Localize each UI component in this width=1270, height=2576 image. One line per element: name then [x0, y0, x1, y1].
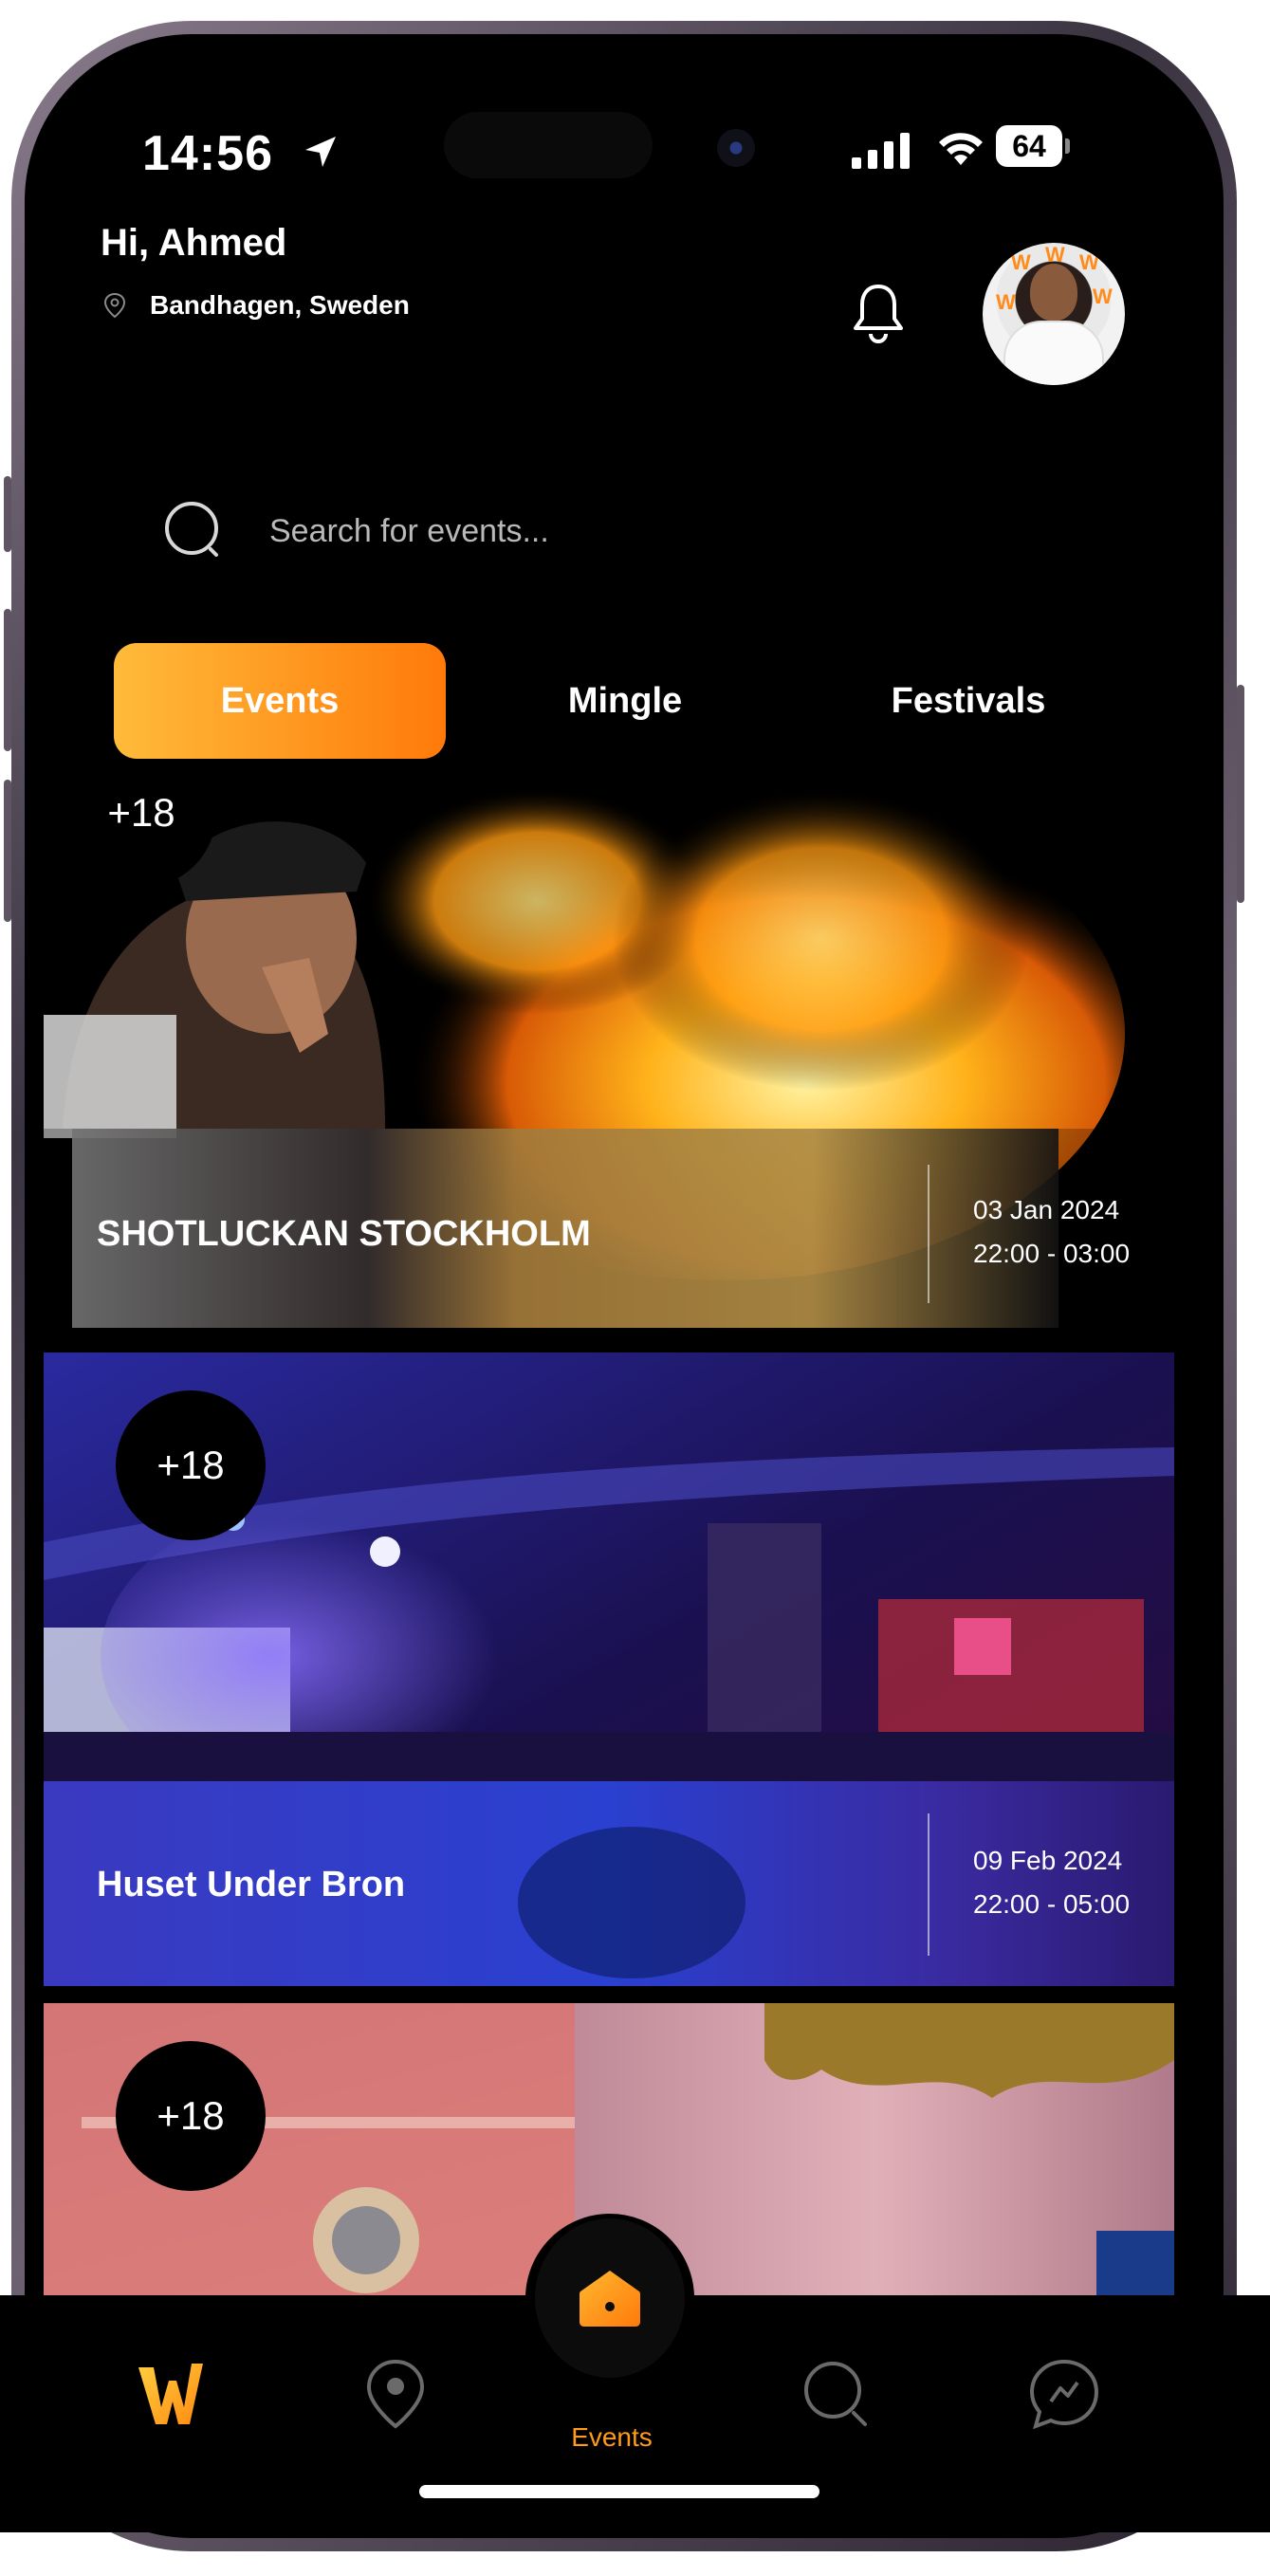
map-pin-icon[interactable] — [362, 2358, 429, 2430]
location-arrow-icon — [305, 137, 336, 167]
user-avatar[interactable]: W W W W W — [983, 243, 1125, 385]
power-button — [1237, 685, 1244, 903]
search-bar[interactable]: Search for events... — [123, 474, 1167, 588]
search-icon — [165, 502, 218, 557]
avatar-decoration: W — [1045, 243, 1065, 267]
event-title: SHOTLUCKAN STOCKHOLM — [97, 1214, 591, 1254]
event-date: 09 Feb 2024 — [973, 1846, 1123, 1875]
tab-mingle[interactable]: Mingle — [459, 643, 791, 759]
age-limit-badge: +18 — [66, 738, 216, 888]
avatar-body — [1003, 321, 1104, 385]
location-row[interactable]: Bandhagen, Sweden — [101, 290, 410, 321]
volume-up-button — [4, 609, 11, 751]
status-bar: 14:56 64 — [0, 0, 1270, 181]
avatar-decoration: W — [1093, 285, 1113, 308]
search-icon[interactable] — [801, 2358, 873, 2430]
avatar-decoration: W — [996, 290, 1016, 314]
chat-icon[interactable] — [1028, 2358, 1100, 2430]
event-title: Huset Under Bron — [97, 1865, 406, 1904]
event-card[interactable]: SHOTLUCKAN STOCKHOLM 03 Jan 2024 22:00 -… — [44, 749, 1174, 1328]
logo-w-icon[interactable] — [135, 2358, 207, 2430]
wifi-icon — [939, 133, 983, 165]
battery-indicator: 64 — [996, 125, 1070, 167]
greeting-text: Hi, Ahmed — [101, 222, 287, 264]
front-camera — [717, 129, 755, 167]
nav-label-events: Events — [571, 2422, 653, 2452]
home-indicator — [419, 2485, 819, 2498]
tab-festivals[interactable]: Festivals — [802, 643, 1134, 759]
event-divider — [928, 1165, 929, 1303]
location-text: Bandhagen, Sweden — [150, 290, 410, 320]
action-button — [4, 476, 11, 552]
bell-icon[interactable] — [850, 281, 907, 345]
tab-events[interactable]: Events — [114, 643, 446, 759]
event-date: 03 Jan 2024 — [973, 1195, 1120, 1224]
age-limit-badge: +18 — [116, 2041, 266, 2191]
volume-down-button — [4, 780, 11, 922]
event-hours: 22:00 - 05:00 — [973, 1889, 1131, 1919]
home-icon — [580, 2271, 640, 2327]
dynamic-island — [444, 112, 653, 178]
age-limit-badge: +18 — [116, 1390, 266, 1540]
location-pin-icon — [103, 292, 126, 319]
event-hours: 22:00 - 03:00 — [973, 1239, 1131, 1268]
category-tabs: Events Mingle Festivals — [101, 643, 1191, 759]
home-button-inner — [535, 2218, 685, 2378]
avatar-decoration: W — [1079, 250, 1099, 274]
event-divider — [928, 1813, 929, 1956]
event-card[interactable]: Huset Under Bron 09 Feb 2024 22:00 - 05:… — [44, 1352, 1174, 1986]
avatar-face — [1030, 264, 1077, 321]
status-time: 14:56 — [142, 126, 273, 181]
cellular-signal-icon — [852, 133, 910, 169]
search-input[interactable]: Search for events... — [269, 513, 549, 550]
avatar-decoration: W — [1011, 250, 1031, 274]
home-button[interactable] — [525, 2214, 694, 2383]
